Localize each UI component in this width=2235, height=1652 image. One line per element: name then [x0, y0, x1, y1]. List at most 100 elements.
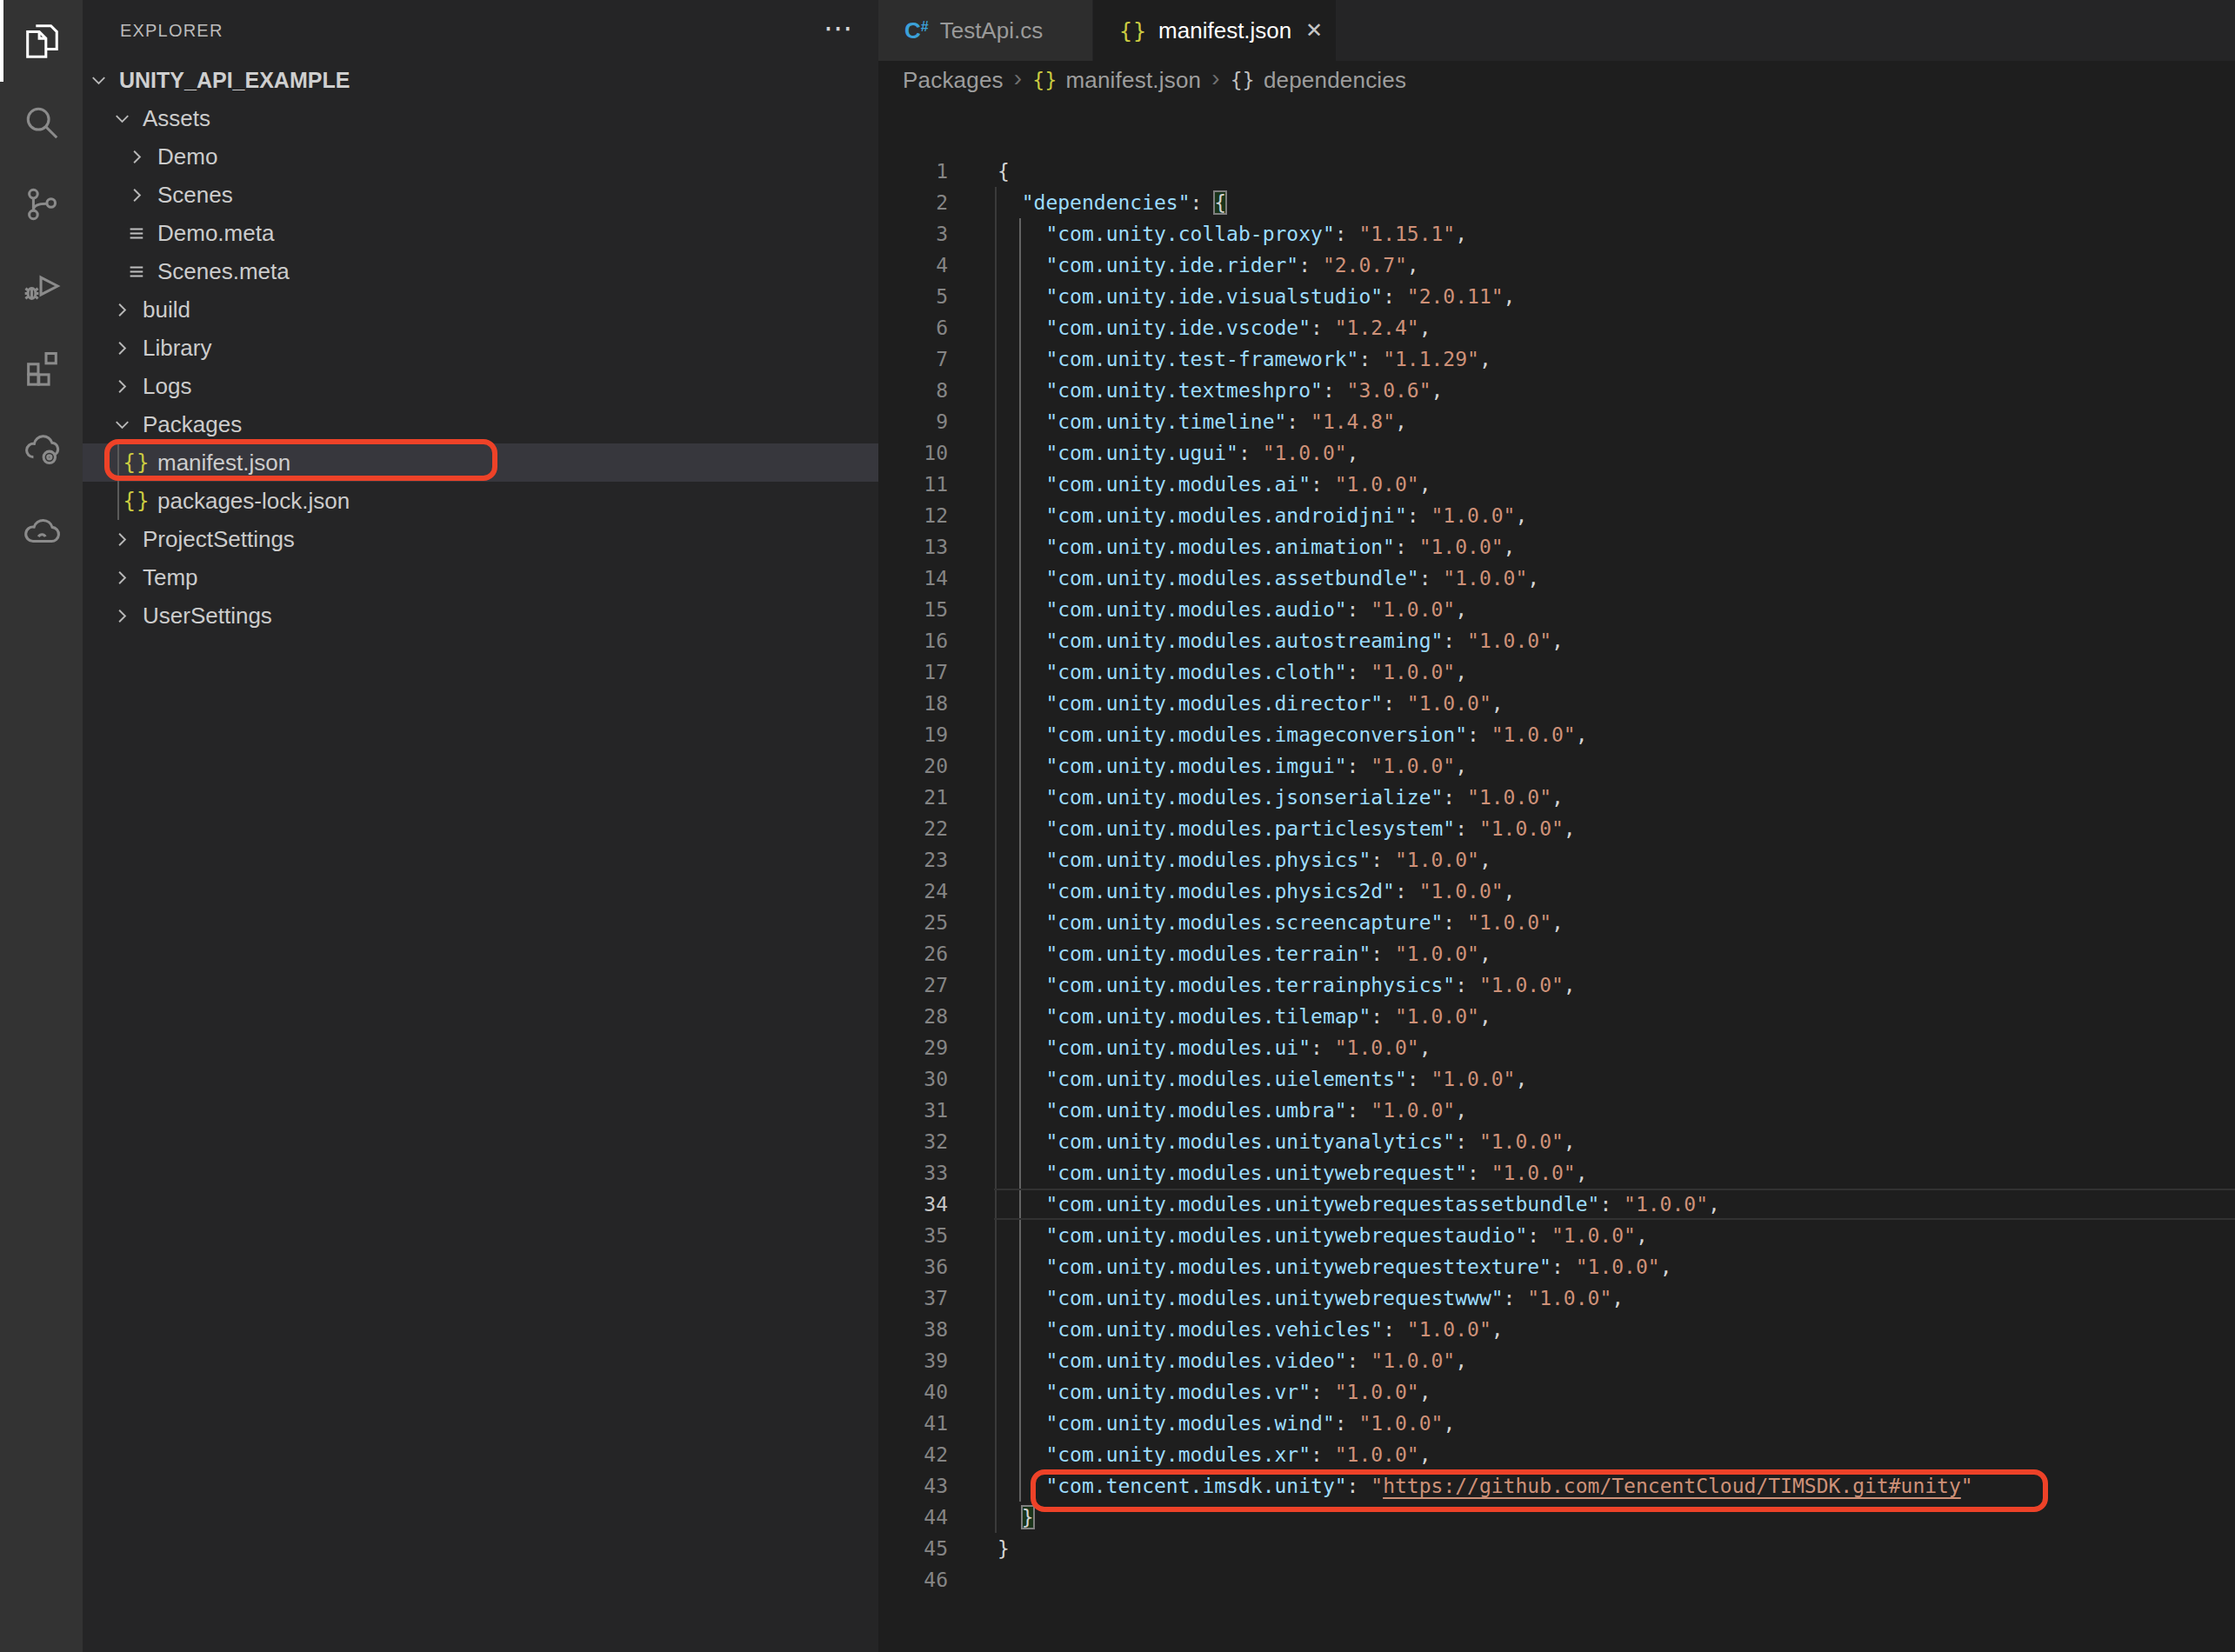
tree-item-packages[interactable]: Packages [83, 405, 878, 443]
tree-item-scenes-meta[interactable]: Scenes.meta [83, 252, 878, 290]
code-line-17[interactable]: 17 "com.unity.modules.cloth": "1.0.0", [878, 656, 2235, 688]
code-line-24[interactable]: 24 "com.unity.modules.physics2d": "1.0.0… [878, 876, 2235, 907]
source-control-icon[interactable] [0, 163, 83, 245]
code-line-3[interactable]: 3 "com.unity.collab-proxy": "1.15.1", [878, 218, 2235, 250]
cloud-sync-icon[interactable] [0, 409, 83, 490]
line-number: 28 [878, 1001, 948, 1032]
line-number: 3 [878, 218, 948, 250]
code-line-38[interactable]: 38 "com.unity.modules.vehicles": "1.0.0"… [878, 1314, 2235, 1345]
line-number: 45 [878, 1533, 948, 1564]
tree-item-usersettings[interactable]: UserSettings [83, 596, 878, 635]
code-line-26[interactable]: 26 "com.unity.modules.terrain": "1.0.0", [878, 938, 2235, 969]
code-line-4[interactable]: 4 "com.unity.ide.rider": "2.0.7", [878, 250, 2235, 281]
code-line-13[interactable]: 13 "com.unity.modules.animation": "1.0.0… [878, 531, 2235, 563]
code-line-23[interactable]: 23 "com.unity.modules.physics": "1.0.0", [878, 844, 2235, 876]
line-number: 39 [878, 1345, 948, 1376]
code-line-41[interactable]: 41 "com.unity.modules.wind": "1.0.0", [878, 1408, 2235, 1439]
activity-bar [0, 0, 83, 1652]
tree-item-temp[interactable]: Temp [83, 558, 878, 596]
annotation-box-line-43 [1031, 1469, 2048, 1512]
tree-item-label: Scenes [157, 182, 233, 209]
breadcrumb-item-manifest-json[interactable]: {}manifest.json [1032, 67, 1201, 94]
code-line-22[interactable]: 22 "com.unity.modules.particlesystem": "… [878, 813, 2235, 844]
tree-item-library[interactable]: Library [83, 329, 878, 367]
vscode-window: EXPLORER ⋯ UNITY_API_EXAMPLEAssetsDemoSc… [0, 0, 2235, 1652]
code-line-5[interactable]: 5 "com.unity.ide.visualstudio": "2.0.11"… [878, 281, 2235, 312]
code-line-10[interactable]: 10 "com.unity.ugui": "1.0.0", [878, 437, 2235, 469]
tab-testapi-cs[interactable]: C#TestApi.cs [878, 0, 1093, 61]
run-and-debug-icon[interactable] [0, 245, 83, 327]
code-line-37[interactable]: 37 "com.unity.modules.unitywebrequestwww… [878, 1282, 2235, 1314]
tree-item-demo[interactable]: Demo [83, 137, 878, 176]
chevron-right-icon [109, 526, 135, 552]
code-line-33[interactable]: 33 "com.unity.modules.unitywebrequest": … [878, 1157, 2235, 1189]
code-line-45[interactable]: 45} [878, 1533, 2235, 1564]
code-line-29[interactable]: 29 "com.unity.modules.ui": "1.0.0", [878, 1032, 2235, 1063]
code-line-11[interactable]: 11 "com.unity.modules.ai": "1.0.0", [878, 469, 2235, 500]
tree-item-scenes[interactable]: Scenes [83, 176, 878, 214]
code-line-25[interactable]: 25 "com.unity.modules.screencapture": "1… [878, 907, 2235, 938]
code-line-9[interactable]: 9 "com.unity.timeline": "1.4.8", [878, 406, 2235, 437]
code-line-20[interactable]: 20 "com.unity.modules.imgui": "1.0.0", [878, 750, 2235, 782]
code-line-18[interactable]: 18 "com.unity.modules.director": "1.0.0"… [878, 688, 2235, 719]
more-actions-icon[interactable]: ⋯ [824, 13, 854, 43]
chevron-right-icon [123, 182, 150, 208]
tree-item-unity-api-example[interactable]: UNITY_API_EXAMPLE [83, 61, 878, 99]
code-line-2[interactable]: 2 "dependencies": { [878, 187, 2235, 218]
code-line-21[interactable]: 21 "com.unity.modules.jsonserialize": "1… [878, 782, 2235, 813]
line-number: 1 [878, 156, 948, 187]
code-line-28[interactable]: 28 "com.unity.modules.tilemap": "1.0.0", [878, 1001, 2235, 1032]
breadcrumb-item-dependencies[interactable]: {}dependencies [1231, 67, 1406, 94]
code-line-34[interactable]: 34 "com.unity.modules.unitywebrequestass… [878, 1189, 2235, 1220]
code-line-39[interactable]: 39 "com.unity.modules.video": "1.0.0", [878, 1345, 2235, 1376]
code-line-40[interactable]: 40 "com.unity.modules.vr": "1.0.0", [878, 1376, 2235, 1408]
explorer-icon[interactable] [0, 0, 83, 82]
breadcrumb-label: Packages [903, 67, 1004, 94]
tree-item-label: Packages [143, 411, 242, 438]
code-line-12[interactable]: 12 "com.unity.modules.androidjni": "1.0.… [878, 500, 2235, 531]
code-line-36[interactable]: 36 "com.unity.modules.unitywebrequesttex… [878, 1251, 2235, 1282]
tree-item-build[interactable]: build [83, 290, 878, 329]
code-line-8[interactable]: 8 "com.unity.textmeshpro": "3.0.6", [878, 375, 2235, 406]
tree-item-demo-meta[interactable]: Demo.meta [83, 214, 878, 252]
tree-item-label: Library [143, 335, 211, 362]
code-line-15[interactable]: 15 "com.unity.modules.audio": "1.0.0", [878, 594, 2235, 625]
tree-item-logs[interactable]: Logs [83, 367, 878, 405]
code-line-30[interactable]: 30 "com.unity.modules.uielements": "1.0.… [878, 1063, 2235, 1095]
code-line-42[interactable]: 42 "com.unity.modules.xr": "1.0.0", [878, 1439, 2235, 1470]
tab-label: TestApi.cs [940, 17, 1044, 44]
line-number: 6 [878, 312, 948, 343]
code-line-7[interactable]: 7 "com.unity.test-framework": "1.1.29", [878, 343, 2235, 375]
code-line-16[interactable]: 16 "com.unity.modules.autostreaming": "1… [878, 625, 2235, 656]
close-icon[interactable]: ✕ [1305, 18, 1323, 43]
code-editor[interactable]: 1{2 "dependencies": {3 "com.unity.collab… [878, 99, 2235, 1652]
tree-item-packages-lock-json[interactable]: {}packages-lock.json [83, 482, 878, 520]
line-number: 37 [878, 1282, 948, 1314]
line-number: 20 [878, 750, 948, 782]
line-number: 36 [878, 1251, 948, 1282]
tree-item-label: UserSettings [143, 603, 272, 629]
code-line-35[interactable]: 35 "com.unity.modules.unitywebrequestaud… [878, 1220, 2235, 1251]
tree-item-assets[interactable]: Assets [83, 99, 878, 137]
code-line-6[interactable]: 6 "com.unity.ide.vscode": "1.2.4", [878, 312, 2235, 343]
code-line-46[interactable]: 46 [878, 1564, 2235, 1595]
line-number: 27 [878, 969, 948, 1001]
code-line-1[interactable]: 1{ [878, 156, 2235, 187]
code-line-32[interactable]: 32 "com.unity.modules.unityanalytics": "… [878, 1126, 2235, 1157]
code-line-27[interactable]: 27 "com.unity.modules.terrainphysics": "… [878, 969, 2235, 1001]
tree-item-projectsettings[interactable]: ProjectSettings [83, 520, 878, 558]
line-number: 12 [878, 500, 948, 531]
line-number: 7 [878, 343, 948, 375]
line-number: 8 [878, 375, 948, 406]
line-number: 46 [878, 1564, 948, 1595]
line-number: 34 [878, 1189, 948, 1220]
code-line-14[interactable]: 14 "com.unity.modules.assetbundle": "1.0… [878, 563, 2235, 594]
tab-manifest-json[interactable]: {}manifest.json✕ [1093, 0, 1337, 61]
json-file-icon: {} [1119, 18, 1147, 43]
code-line-31[interactable]: 31 "com.unity.modules.umbra": "1.0.0", [878, 1095, 2235, 1126]
breadcrumb-item-packages[interactable]: Packages [903, 67, 1004, 94]
cloud-icon[interactable] [0, 490, 83, 572]
extensions-icon[interactable] [0, 327, 83, 409]
code-line-19[interactable]: 19 "com.unity.modules.imageconversion": … [878, 719, 2235, 750]
search-icon[interactable] [0, 82, 83, 163]
